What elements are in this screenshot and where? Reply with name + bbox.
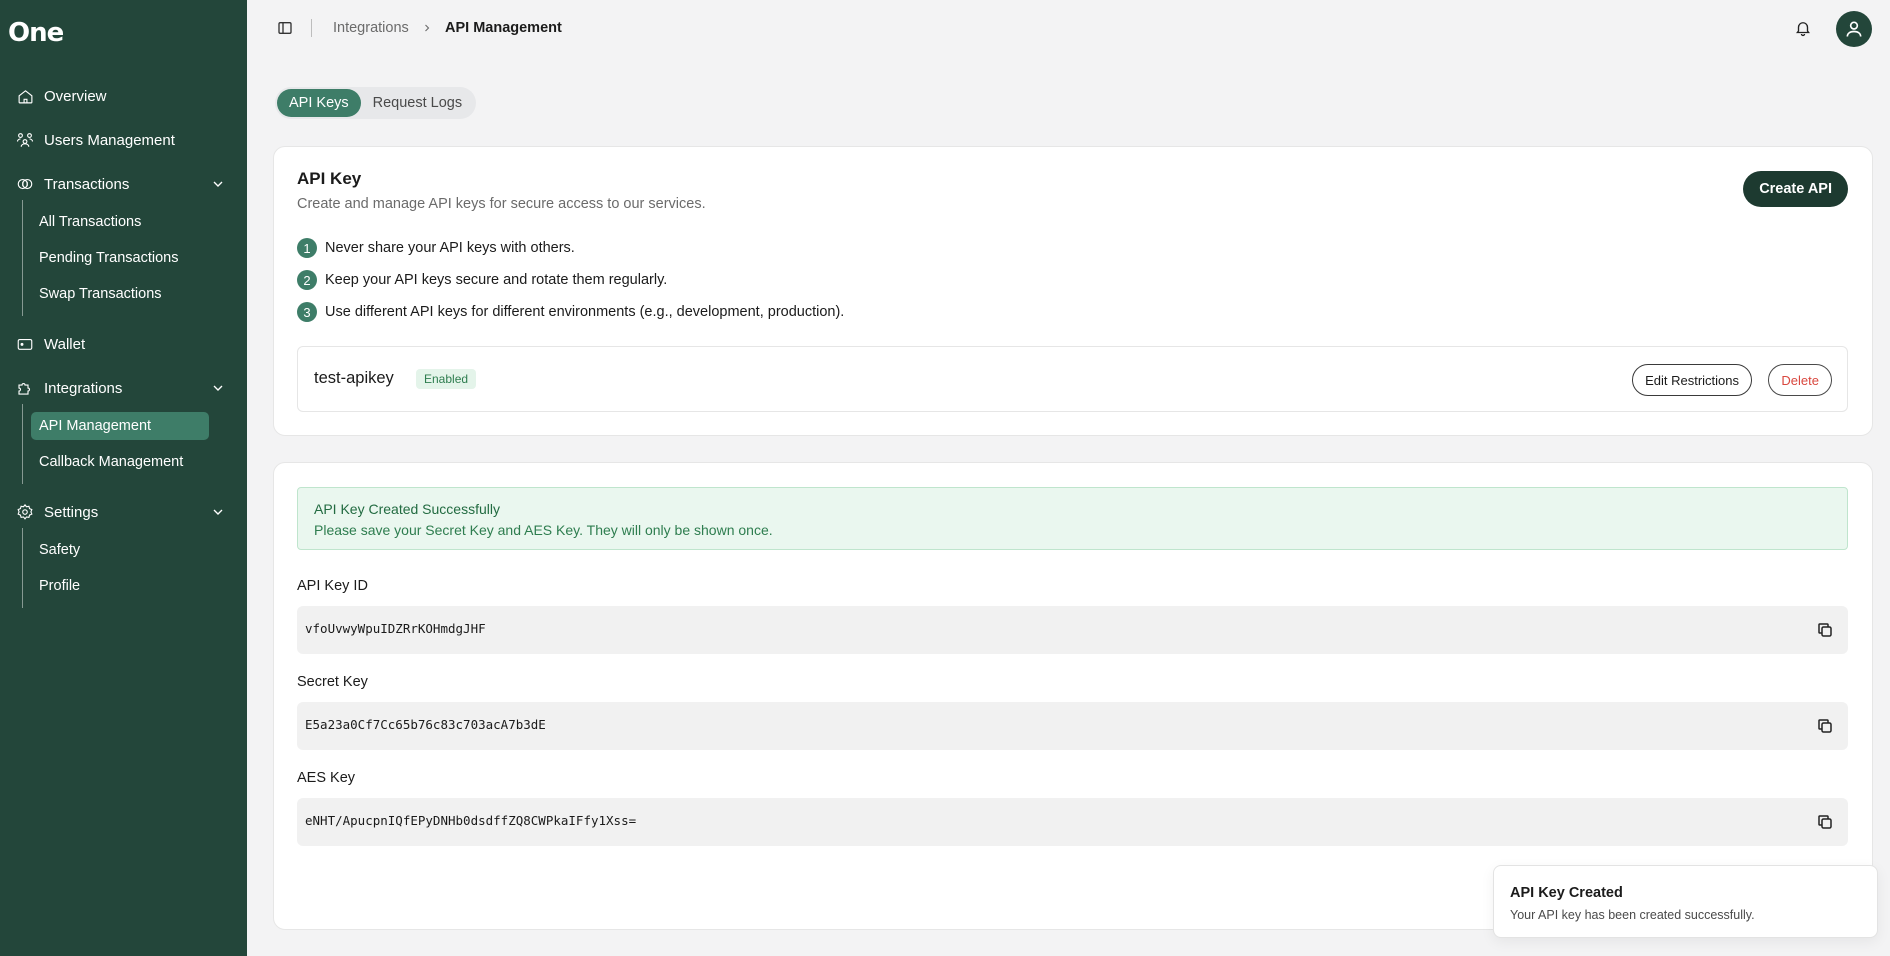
copy-icon[interactable] — [1816, 813, 1834, 831]
sidebar-item-integrations[interactable]: Integrations — [16, 373, 226, 403]
sidebar-item-callback-management[interactable]: Callback Management — [31, 448, 209, 476]
avatar[interactable] — [1836, 11, 1872, 47]
api-key-card: API Key Create and manage API keys for s… — [273, 146, 1873, 436]
breadcrumb-current: API Management — [445, 20, 562, 36]
edit-restrictions-button[interactable]: Edit Restrictions — [1632, 364, 1752, 396]
rule-item: 1 Never share your API keys with others. — [297, 238, 575, 258]
sidebar-item-all-transactions[interactable]: All Transactions — [31, 208, 209, 236]
user-icon — [1846, 21, 1862, 37]
alert-title: API Key Created Successfully — [314, 501, 500, 517]
api-key-name: test-apikey — [314, 369, 394, 387]
rule-number: 1 — [297, 238, 317, 258]
header-divider — [311, 19, 312, 37]
api-key-id-value[interactable]: vfoUvwyWpuIDZRrKOHmdgJHF — [305, 621, 486, 636]
alert-message: Please save your Secret Key and AES Key.… — [314, 522, 773, 538]
puzzle-icon — [16, 379, 34, 397]
sidebar-toggle-icon[interactable] — [277, 20, 293, 36]
breadcrumb-parent[interactable]: Integrations — [333, 20, 409, 36]
users-icon — [16, 131, 34, 149]
api-key-row: test-apikey Enabled Edit Restrictions De… — [297, 346, 1848, 412]
sidebar-item-safety[interactable]: Safety — [31, 536, 209, 564]
api-key-id-label: API Key ID — [297, 578, 368, 594]
rule-text: Never share your API keys with others. — [325, 240, 575, 256]
success-alert: API Key Created Successfully Please save… — [297, 487, 1848, 550]
rule-number: 3 — [297, 302, 317, 322]
tab-request-logs[interactable]: Request Logs — [361, 89, 474, 117]
submenu-divider — [22, 528, 23, 608]
sidebar-item-transactions[interactable]: Transactions — [16, 169, 226, 199]
rule-number: 2 — [297, 270, 317, 290]
sidebar-item-swap-transactions[interactable]: Swap Transactions — [31, 280, 209, 308]
sidebar-item-label: Integrations — [44, 379, 123, 397]
chevron-right-icon — [425, 24, 430, 32]
copy-icon[interactable] — [1816, 717, 1834, 735]
card-title: API Key — [297, 169, 362, 188]
sidebar-item-wallet[interactable]: Wallet — [16, 329, 226, 359]
sidebar-item-label: Transactions — [44, 175, 130, 193]
secret-key-field: E5a23a0Cf7Cc65b76c83c703acA7b3dE — [297, 702, 1848, 750]
aes-key-label: AES Key — [297, 770, 356, 786]
rule-text: Keep your API keys secure and rotate the… — [325, 272, 668, 288]
gear-icon — [16, 503, 34, 521]
sidebar-item-pending-transactions[interactable]: Pending Transactions — [31, 244, 209, 272]
toast-title: API Key Created — [1510, 885, 1623, 901]
chevron-down-icon[interactable] — [210, 380, 226, 396]
secret-key-value[interactable]: E5a23a0Cf7Cc65b76c83c703acA7b3dE — [305, 717, 546, 732]
submenu-divider — [22, 404, 23, 484]
wallet-icon — [16, 335, 34, 353]
sidebar-item-api-management[interactable]: API Management — [31, 412, 209, 440]
chevron-down-icon[interactable] — [210, 504, 226, 520]
copy-icon[interactable] — [1816, 621, 1834, 639]
tab-bar: API Keys Request Logs — [275, 87, 477, 119]
sidebar-item-overview[interactable]: Overview — [16, 81, 226, 111]
delete-button[interactable]: Delete — [1768, 364, 1832, 396]
sidebar-item-users[interactable]: Users Management — [16, 125, 226, 155]
chevron-down-icon[interactable] — [210, 176, 226, 192]
secret-key-label: Secret Key — [297, 674, 368, 690]
sidebar-item-label: Users Management — [44, 131, 175, 149]
sidebar-item-settings[interactable]: Settings — [16, 497, 226, 527]
toast-notification[interactable]: API Key Created Your API key has been cr… — [1493, 865, 1878, 938]
top-header: Integrations API Management — [247, 0, 1890, 58]
sidebar-item-profile[interactable]: Profile — [31, 572, 209, 600]
home-icon — [16, 87, 34, 105]
toast-message: Your API key has been created successful… — [1510, 908, 1755, 922]
sidebar-item-label: Settings — [44, 503, 99, 521]
bell-icon[interactable] — [1794, 19, 1812, 37]
create-api-button[interactable]: Create API — [1743, 171, 1848, 207]
tab-api-keys[interactable]: API Keys — [277, 89, 361, 117]
aes-key-field: eNHT/ApucpnIQfEPyDNHb0dsdffZQ8CWPkaIFfy1… — [297, 798, 1848, 846]
status-badge: Enabled — [416, 369, 477, 389]
brand-logo[interactable]: One — [8, 18, 64, 48]
sidebar: One Overview Users Management Transactio… — [0, 0, 247, 956]
rule-item: 2 Keep your API keys secure and rotate t… — [297, 270, 667, 290]
transactions-icon — [16, 175, 34, 193]
created-key-card: API Key Created Successfully Please save… — [273, 462, 1873, 930]
rule-item: 3 Use different API keys for different e… — [297, 302, 844, 322]
submenu-divider — [22, 200, 23, 316]
card-description: Create and manage API keys for secure ac… — [297, 196, 706, 212]
aes-key-value[interactable]: eNHT/ApucpnIQfEPyDNHb0dsdffZQ8CWPkaIFfy1… — [305, 813, 636, 828]
rule-text: Use different API keys for different env… — [325, 304, 845, 320]
sidebar-item-label: Overview — [44, 87, 107, 105]
api-key-id-field: vfoUvwyWpuIDZRrKOHmdgJHF — [297, 606, 1848, 654]
sidebar-item-label: Wallet — [44, 335, 86, 353]
